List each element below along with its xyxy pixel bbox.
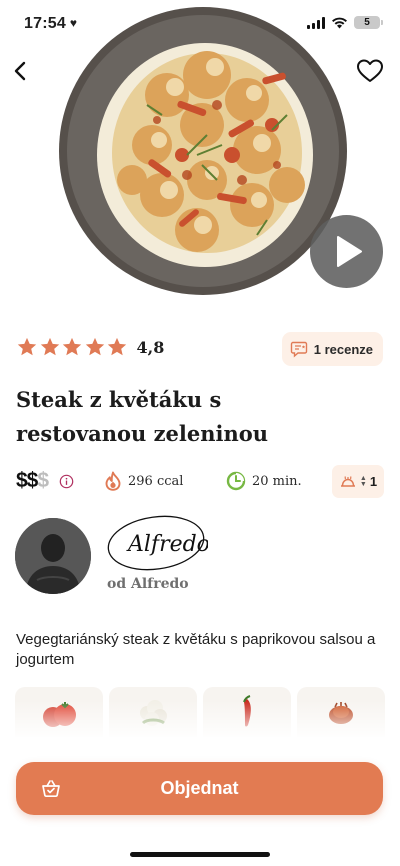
author-name[interactable]: od Alfredo bbox=[107, 576, 189, 592]
author-avatar[interactable] bbox=[15, 518, 91, 594]
prep-time-text: 20 min. bbox=[252, 473, 302, 489]
recipe-meta-row: $$$ 296 ccal 20 min. ▲ ▼ 1 bbox=[16, 465, 384, 498]
flame-icon bbox=[105, 471, 121, 491]
star-icon bbox=[40, 337, 59, 356]
home-indicator[interactable] bbox=[130, 852, 270, 857]
play-video-button[interactable] bbox=[310, 215, 383, 288]
reviews-button[interactable]: 1 recenze bbox=[281, 332, 383, 366]
info-icon[interactable] bbox=[59, 474, 74, 489]
order-button-label: Objednat bbox=[160, 778, 239, 798]
heart-outline-icon bbox=[357, 59, 383, 82]
star-icon bbox=[107, 337, 127, 356]
rating-row: 4,8 bbox=[16, 336, 164, 358]
star-icon bbox=[62, 337, 82, 356]
recipe-title: Steak z květáku s restovanou zeleninou bbox=[16, 387, 269, 446]
review-icon bbox=[290, 341, 307, 358]
recipe-photo bbox=[57, 5, 349, 297]
chevron-left-icon bbox=[14, 61, 26, 81]
favorite-button[interactable] bbox=[356, 58, 384, 84]
servings-stepper[interactable]: ▲ ▼ 1 bbox=[332, 465, 384, 498]
price-active: $$ bbox=[16, 469, 38, 492]
stepper-arrows-icon[interactable]: ▲ ▼ bbox=[360, 475, 367, 488]
battery-indicator: 5 bbox=[354, 16, 383, 29]
calories-text: 296 ccal bbox=[128, 473, 184, 489]
reviews-label: 1 recenze bbox=[313, 341, 373, 357]
prep-time: 20 min. bbox=[226, 471, 302, 491]
order-button[interactable]: Objednat bbox=[16, 762, 383, 815]
servings-count: 1 bbox=[369, 474, 378, 489]
calories: 296 ccal bbox=[104, 471, 183, 491]
content-fade bbox=[0, 700, 400, 750]
battery-level: 5 bbox=[364, 17, 370, 28]
recipe-description: Vegegtariánský steak z květáku s papriko… bbox=[16, 631, 376, 668]
star-icon bbox=[85, 337, 104, 356]
back-button[interactable] bbox=[6, 56, 36, 86]
rating-value: 4,8 bbox=[136, 337, 165, 357]
clock-icon bbox=[226, 471, 246, 491]
play-icon bbox=[337, 236, 362, 267]
price-level: $$$ bbox=[16, 469, 49, 493]
serving-dish-icon bbox=[340, 475, 355, 487]
star-icon bbox=[17, 337, 37, 356]
author-signature: Alfredo bbox=[104, 511, 210, 577]
signature-text: Alfredo bbox=[126, 532, 208, 557]
price-inactive: $ bbox=[37, 469, 49, 492]
